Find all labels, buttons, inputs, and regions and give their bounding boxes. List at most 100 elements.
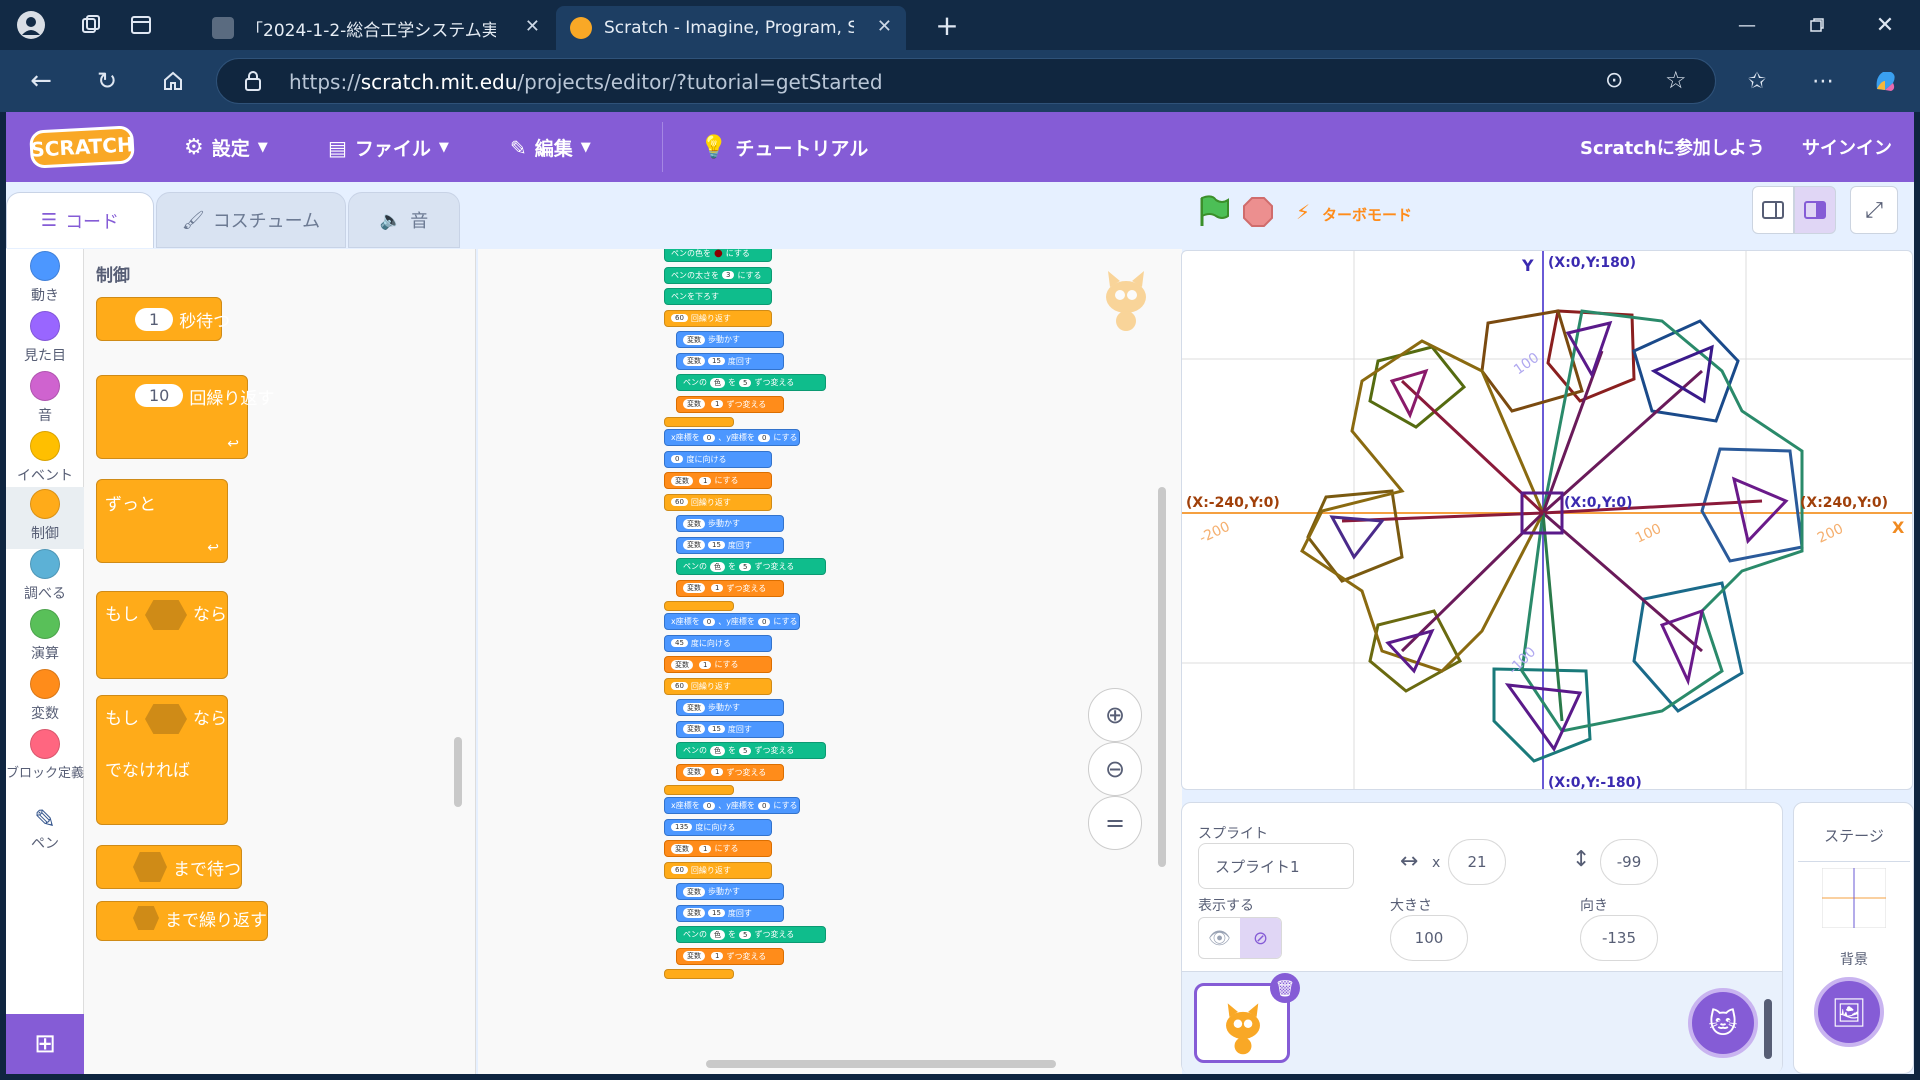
script-block-set-var[interactable]: 変数 1 にする — [664, 656, 772, 673]
script-block-goto[interactable]: x座標を 0 、y座標を 0 にする — [664, 429, 800, 446]
settings-more-icon[interactable]: ⋯ — [1806, 64, 1840, 98]
script-block-pen-change[interactable]: ペンの色を 5 ずつ変える — [676, 926, 826, 943]
script-block-set-var[interactable]: 変数 1 にする — [664, 472, 772, 489]
script-block-pen-color[interactable]: ペンの色を ● にする — [664, 249, 772, 262]
small-stage-button[interactable] — [1752, 186, 1794, 234]
stage-target-panel[interactable]: ステージ 背景 🖼 — [1793, 802, 1914, 1074]
browser-tab-active[interactable]: Scratch - Imagine, Program, Share ✕ — [556, 6, 906, 50]
script-block-change-var[interactable]: 変数 1 ずつ変える — [676, 947, 784, 965]
tab-close-icon[interactable]: ✕ — [877, 16, 892, 37]
repeat-block[interactable]: 10 回繰り返す ↩ — [96, 375, 274, 459]
show-sprite-button[interactable]: 👁 — [1199, 918, 1240, 958]
tab-actions-icon[interactable] — [124, 8, 158, 42]
new-tab-icon[interactable]: + — [930, 8, 964, 42]
sprite-name-field[interactable]: スプライト1 — [1198, 843, 1354, 889]
script-block-pen-change[interactable]: ペンの色を 5 ずつ変える — [676, 374, 826, 391]
script-block-repeat[interactable]: 60 回繰り返す — [664, 493, 772, 511]
signin-link[interactable]: サインイン — [1802, 134, 1892, 160]
zoom-reset-button[interactable]: = — [1088, 796, 1142, 850]
tab-close-icon[interactable]: ✕ — [525, 16, 540, 37]
favorites-icon[interactable]: ✩ — [1740, 64, 1774, 98]
script-block-pen-size[interactable]: ペンの太さを 3 にする — [664, 266, 772, 284]
script-block-move[interactable]: 変数 歩動かす — [676, 515, 784, 532]
y-position-field[interactable]: -99 — [1600, 839, 1658, 885]
join-scratch-link[interactable]: Scratchに参加しよう — [1580, 134, 1765, 160]
scratch-logo[interactable]: SCRATCH — [29, 125, 135, 169]
condition-slot[interactable] — [133, 852, 167, 882]
choose-backdrop-button[interactable]: 🖼 — [1814, 977, 1884, 1047]
script-block-move[interactable]: 変数 歩動かす — [676, 331, 784, 348]
x-position-field[interactable]: 21 — [1448, 839, 1506, 885]
script-block-repeat[interactable]: 60 回繰り返す — [664, 309, 772, 327]
script-block-repeat-end[interactable] — [664, 969, 734, 979]
sprite-list-scrollbar[interactable] — [1764, 999, 1772, 1059]
refresh-icon[interactable]: ↻ — [90, 64, 124, 98]
size-field[interactable]: 100 — [1390, 915, 1468, 961]
restore-icon[interactable] — [1800, 8, 1834, 42]
stop-icon[interactable] — [1242, 196, 1274, 232]
script-block-turn[interactable]: 変数 15 度回す — [676, 720, 784, 738]
script-block-change-var[interactable]: 変数 1 ずつ変える — [676, 395, 784, 413]
script-stack[interactable]: ペンの色を ● にする ペンの太さを 3 にする ペンを下ろす 60 回繰り返す 変数 歩動かす 変数… — [664, 249, 864, 1074]
script-block-turn[interactable]: 変数 15 度回す — [676, 352, 784, 370]
workspace-hscrollbar[interactable] — [706, 1060, 1056, 1068]
script-block-point[interactable]: 45 度に向ける — [664, 634, 772, 652]
direction-field[interactable]: -135 — [1580, 915, 1658, 961]
copilot-icon[interactable] — [1868, 64, 1902, 98]
script-block-pen-change[interactable]: ペンの色を 5 ずつ変える — [676, 742, 826, 759]
condition-slot[interactable] — [145, 600, 187, 630]
if-then-block[interactable]: もし なら — [96, 591, 228, 679]
script-block-point[interactable]: 0 度に向ける — [664, 450, 772, 468]
script-block-change-var[interactable]: 変数 1 ずつ変える — [676, 763, 784, 781]
home-icon[interactable] — [156, 64, 190, 98]
wait-value[interactable]: 1 — [135, 307, 174, 331]
script-block-change-var[interactable]: 変数 1 ずつ変える — [676, 579, 784, 597]
script-block-goto[interactable]: x座標を 0 、y座標を 0 にする — [664, 613, 800, 630]
script-block-repeat-end[interactable] — [664, 417, 734, 427]
tab-costumes[interactable]: 🖌 コスチューム — [156, 192, 346, 248]
script-block-move[interactable]: 変数 歩動かす — [676, 883, 784, 900]
script-block-repeat-end[interactable] — [664, 785, 734, 795]
close-window-icon[interactable]: ✕ — [1868, 8, 1902, 42]
script-block-turn[interactable]: 変数 15 度回す — [676, 536, 784, 554]
script-workspace[interactable]: ペンの色を ● にする ペンの太さを 3 にする ペンを下ろす 60 回繰り返す 変数 歩動かす 変数… — [478, 249, 1182, 1074]
delete-sprite-button[interactable]: 🗑 — [1270, 973, 1300, 1003]
add-extension-button[interactable]: ⊞ — [6, 1014, 84, 1074]
settings-menu[interactable]: ⚙ 設定 ▼ — [184, 134, 268, 161]
repeat-until-block[interactable]: まで繰り返す — [96, 901, 268, 941]
category-my-blocks[interactable]: ブロック定義 — [6, 727, 84, 799]
zoom-in-button[interactable]: ⊕ — [1088, 688, 1142, 742]
url-input[interactable]: https://scratch.mit.edu/projects/editor/… — [216, 58, 1716, 104]
script-block-repeat-end[interactable] — [664, 601, 734, 611]
edit-menu[interactable]: ✎ 編集 ▼ — [510, 134, 591, 161]
choose-sprite-button[interactable]: 🐱 — [1688, 988, 1758, 1058]
back-icon[interactable]: ← — [24, 64, 58, 98]
favorite-star-icon[interactable]: ☆ — [1665, 66, 1687, 94]
condition-slot[interactable] — [145, 704, 187, 734]
browser-tab-inactive[interactable]: 「2024-1-2-総合工学システム実験実 ✕ — [198, 6, 554, 50]
script-block-point[interactable]: 135 度に向ける — [664, 818, 772, 836]
wait-seconds-block[interactable]: 1 秒待つ — [96, 297, 230, 341]
wait-until-block[interactable]: まで待つ — [96, 845, 242, 889]
if-else-block[interactable]: もし なら でなければ — [96, 695, 228, 825]
tab-code[interactable]: ☰ コード — [6, 192, 154, 248]
file-menu[interactable]: ▤ ファイル ▼ — [328, 134, 449, 161]
tutorial-menu[interactable]: 💡 チュートリアル — [700, 134, 868, 161]
condition-slot[interactable] — [133, 906, 159, 930]
script-block-goto[interactable]: x座標を 0 、y座標を 0 にする — [664, 797, 800, 814]
green-flag-icon[interactable] — [1196, 194, 1230, 232]
category-pen[interactable]: ✎ ペン — [6, 805, 84, 877]
script-block-pen-down[interactable]: ペンを下ろす — [664, 288, 772, 305]
palette-scrollbar[interactable] — [454, 737, 462, 807]
forever-block[interactable]: ずっと ↩ — [96, 479, 228, 563]
repeat-value[interactable]: 10 — [135, 384, 184, 407]
workspace-vscrollbar[interactable] — [1158, 487, 1166, 867]
script-block-repeat[interactable]: 60 回繰り返す — [664, 861, 772, 879]
script-block-repeat[interactable]: 60 回繰り返す — [664, 677, 772, 695]
normal-stage-button[interactable] — [1794, 186, 1836, 234]
stage-canvas[interactable]: Y X (X:0,Y:180) (X:0,Y:-180) (X:-240,Y:0… — [1181, 250, 1913, 790]
zoom-out-button[interactable]: ⊖ — [1088, 742, 1142, 796]
workspaces-icon[interactable] — [74, 8, 108, 42]
hide-sprite-button[interactable]: ⊘ — [1240, 918, 1281, 958]
category-control[interactable]: 制御 — [6, 487, 84, 549]
